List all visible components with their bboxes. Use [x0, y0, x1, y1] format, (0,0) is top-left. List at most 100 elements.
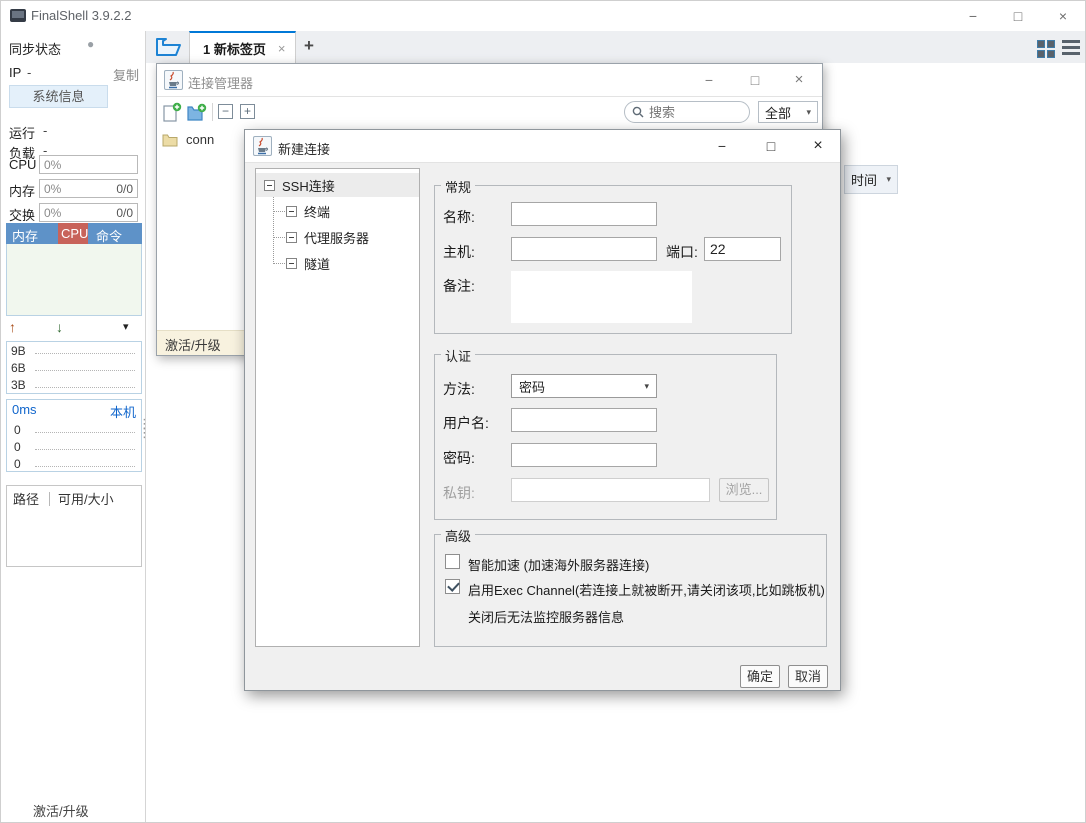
copy-ip-link[interactable]: 复制 [113, 65, 139, 84]
ping-host[interactable]: 本机 [110, 402, 136, 421]
swap-gauge: 0% 0/0 [39, 203, 138, 222]
memory-graph-area [6, 244, 142, 316]
disk-size-header: 可用/大小 [58, 489, 114, 508]
cm-minimize-button[interactable]: − [698, 69, 720, 91]
tab-new-session[interactable]: 1 新标签页 × [189, 31, 296, 63]
sync-status-label: 同步状态 [9, 39, 61, 58]
tree-item-ssh[interactable]: SSH连接 [256, 173, 419, 197]
exec-channel-checkbox[interactable] [445, 579, 460, 594]
private-key-input[interactable] [511, 478, 710, 502]
cm-close-button[interactable]: × [788, 69, 810, 91]
java-app-icon [253, 136, 272, 156]
collapse-all-icon[interactable]: − [218, 104, 233, 119]
column-divider [49, 492, 50, 506]
tree-item-terminal[interactable]: 终端 [286, 201, 330, 221]
expand-all-icon[interactable]: + [240, 104, 255, 119]
net-gridline [35, 370, 135, 371]
folder-item-conn[interactable]: conn [162, 132, 214, 147]
tab-cpu[interactable]: CPU [58, 223, 88, 244]
tree-collapse-icon[interactable] [264, 180, 275, 191]
tree-item-label: SSH连接 [282, 176, 335, 195]
password-label: 密码: [443, 448, 475, 468]
ping-row-value: 0 [7, 440, 33, 454]
ok-button[interactable]: 确定 [740, 665, 780, 688]
memory-gauge-label: 内存 [9, 181, 35, 200]
net-gridline [35, 353, 135, 354]
ping-row-value: 0 [7, 457, 33, 471]
port-input[interactable] [704, 237, 781, 261]
username-label: 用户名: [443, 413, 489, 433]
connection-manager-titlebar: 连接管理器 − □ × [157, 64, 822, 97]
host-label: 主机: [443, 242, 475, 262]
search-box [624, 101, 750, 123]
filter-dropdown[interactable]: 全部 ▾ [758, 101, 818, 123]
tree-collapse-icon[interactable] [286, 232, 297, 243]
smart-accel-label: 智能加速 (加速海外服务器连接) [468, 555, 649, 574]
connection-manager-toolbar: − + 全部 ▾ [157, 97, 822, 127]
filter-value: 全部 [765, 103, 791, 122]
tab-command[interactable]: 命令 [88, 223, 142, 244]
disk-usage-panel: 路径 可用/大小 [6, 485, 142, 567]
name-input[interactable] [511, 202, 657, 226]
tab-memory[interactable]: 内存 [6, 223, 58, 244]
method-select[interactable]: 密码 ▾ [511, 374, 657, 398]
smart-accel-checkbox[interactable] [445, 554, 460, 569]
close-button[interactable]: × [1046, 5, 1080, 27]
port-label: 端口: [666, 242, 698, 262]
browse-button[interactable]: 浏览... [719, 478, 769, 502]
advanced-legend: 高级 [441, 526, 475, 545]
nc-close-button[interactable]: × [806, 135, 830, 157]
finalshell-window: FinalShell 3.9.2.2 − □ × 同步状态 ● IP - 复制 … [0, 0, 1086, 823]
new-tab-button[interactable]: + [304, 36, 314, 56]
search-input[interactable] [649, 105, 737, 120]
open-folder-icon[interactable] [155, 36, 182, 61]
net-gridline [35, 387, 135, 388]
chevron-down-icon: ▾ [806, 107, 811, 118]
uptime-label: 运行 [9, 123, 35, 142]
nc-maximize-button[interactable]: □ [759, 135, 783, 157]
tree-item-proxy[interactable]: 代理服务器 [286, 227, 369, 247]
tree-item-tunnel[interactable]: 隧道 [286, 253, 330, 273]
username-input[interactable] [511, 408, 657, 432]
net-options-caret-icon[interactable]: ▾ [123, 320, 129, 333]
menu-icon[interactable] [1062, 40, 1080, 58]
host-input[interactable] [511, 237, 657, 261]
private-key-label: 私钥: [443, 483, 475, 503]
net-tick: 9B [7, 344, 33, 358]
cm-maximize-button[interactable]: □ [744, 69, 766, 91]
password-input[interactable] [511, 443, 657, 467]
remark-textarea[interactable] [511, 271, 692, 323]
tree-collapse-icon[interactable] [286, 258, 297, 269]
new-connection-title: 新建连接 [278, 139, 330, 158]
system-info-button[interactable]: 系统信息 [9, 85, 108, 108]
sort-by-dropdown[interactable]: 时间 ▾ [844, 165, 898, 194]
auth-legend: 认证 [441, 346, 475, 365]
new-folder-icon[interactable] [186, 102, 208, 123]
activate-upgrade-link[interactable]: 激活/升级 [33, 801, 89, 820]
cpu-gauge: 0% [39, 155, 138, 174]
cm-activate-upgrade-link[interactable]: 激活/升级 [165, 335, 221, 354]
maximize-button[interactable]: □ [1001, 5, 1035, 27]
cpu-gauge-percent: 0% [44, 158, 61, 172]
main-titlebar: FinalShell 3.9.2.2 − □ × [1, 1, 1085, 31]
upload-arrow-icon: ↑ [9, 319, 16, 335]
tab-close-icon[interactable]: × [278, 41, 286, 56]
java-app-icon [164, 70, 183, 90]
nc-minimize-button[interactable]: − [710, 135, 734, 157]
tree-connector-line [274, 211, 285, 212]
net-tick: 6B [7, 361, 33, 375]
monitor-tabs: 内存 CPU 命令 [6, 223, 142, 244]
layout-grid-icon[interactable] [1037, 40, 1055, 58]
chevron-down-icon: ▾ [886, 174, 891, 185]
uptime-value: - [43, 123, 47, 138]
app-logo-icon [10, 9, 26, 22]
new-connection-icon[interactable] [162, 102, 184, 123]
cancel-button[interactable]: 取消 [788, 665, 828, 688]
session-tabbar: 1 新标签页 × + [146, 31, 1086, 63]
ping-gridline [35, 466, 135, 467]
status-sidebar: 同步状态 ● IP - 复制 系统信息 运行 - 负载 - CPU 0% 内存 … [1, 31, 146, 823]
ping-gridline [35, 432, 135, 433]
minimize-button[interactable]: − [956, 5, 990, 27]
disk-path-header: 路径 [13, 489, 39, 508]
tree-collapse-icon[interactable] [286, 206, 297, 217]
